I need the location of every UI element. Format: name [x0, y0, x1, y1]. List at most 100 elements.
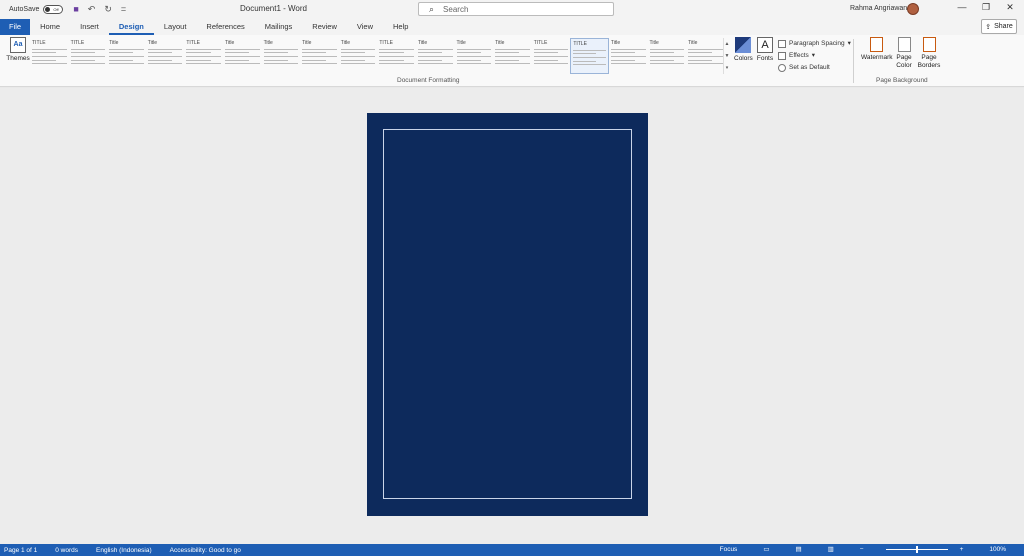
- zoom-slider[interactable]: [885, 545, 948, 553]
- search-box[interactable]: ⌕ Search: [418, 2, 614, 16]
- style-set-item[interactable]: TITLE: [532, 38, 571, 74]
- tab-home[interactable]: Home: [30, 19, 70, 35]
- restore-icon[interactable]: ❐: [974, 2, 998, 13]
- style-preview-line: [610, 52, 636, 54]
- style-set-title: TITLE: [379, 40, 393, 46]
- style-preview-line: [417, 48, 453, 50]
- print-layout-icon[interactable]: ▤: [795, 545, 801, 553]
- zoom-thumb[interactable]: [915, 545, 918, 553]
- word-count[interactable]: 0 words: [55, 547, 78, 554]
- zoom-in-icon[interactable]: +: [960, 546, 964, 553]
- user-name[interactable]: Rahma Angriawan: [850, 5, 907, 12]
- style-set-item[interactable]: TITLE: [69, 38, 108, 74]
- close-icon[interactable]: ✕: [998, 2, 1022, 13]
- style-set-item[interactable]: TITLE: [377, 38, 416, 74]
- minimize-icon[interactable]: —: [950, 2, 974, 13]
- style-preview-line: [573, 53, 597, 55]
- style-set-item[interactable]: TITLE: [30, 38, 69, 74]
- style-preview-line: [417, 63, 453, 65]
- style-set-item[interactable]: TITLE: [184, 38, 223, 74]
- style-set-title: Title: [456, 40, 466, 46]
- style-preview-line: [109, 55, 144, 58]
- autosave-label: AutoSave: [9, 6, 40, 13]
- style-preview-line: [495, 52, 520, 54]
- style-set-title: Title: [147, 40, 158, 46]
- language[interactable]: English (Indonesia): [96, 547, 152, 554]
- style-preview-line: [533, 55, 569, 58]
- page-count[interactable]: Page 1 of 1: [4, 547, 37, 554]
- fonts-button[interactable]: A Fonts: [756, 37, 774, 62]
- style-set-item[interactable]: Title: [262, 38, 301, 74]
- style-set-item[interactable]: Title: [609, 38, 648, 74]
- gallery-scroll[interactable]: ▲ ▼ ▾: [723, 38, 730, 74]
- watermark-button[interactable]: Watermark: [861, 37, 893, 62]
- style-set-item[interactable]: Title: [146, 38, 185, 74]
- redo-icon[interactable]: ↻: [104, 4, 112, 15]
- tab-review[interactable]: Review: [302, 19, 347, 35]
- style-set-item[interactable]: Title: [493, 38, 532, 74]
- tab-file[interactable]: File: [0, 19, 31, 35]
- autosave-toggle[interactable]: Off: [43, 5, 64, 14]
- share-button[interactable]: ⇪ Share: [981, 19, 1017, 34]
- zoom-out-icon[interactable]: −: [860, 546, 864, 553]
- style-set-item[interactable]: Title: [107, 38, 146, 74]
- paragraph-spacing-button[interactable]: Paragraph Spacing ▾: [778, 38, 851, 50]
- style-preview-line: [302, 48, 337, 50]
- style-set-item[interactable]: Title: [416, 38, 455, 74]
- style-set-item[interactable]: Title: [686, 38, 725, 74]
- document-page[interactable]: [367, 113, 648, 516]
- tab-help[interactable]: Help: [383, 19, 418, 35]
- tab-design[interactable]: Design: [108, 19, 154, 35]
- style-preview-line: [456, 52, 481, 54]
- style-set-item[interactable]: Title: [300, 38, 339, 74]
- page-borders-button[interactable]: Page Borders: [917, 37, 941, 70]
- toggle-knob: [45, 7, 51, 12]
- style-set-gallery: TITLE TITLE Title Title TITLE Title Title Title…: [30, 38, 725, 74]
- accessibility-status[interactable]: Accessibility: Good to go: [170, 547, 241, 554]
- style-set-title: TITLE: [32, 40, 46, 46]
- style-set-title: TITLE: [573, 41, 587, 47]
- style-set-item[interactable]: Title: [648, 38, 687, 74]
- tab-references[interactable]: References: [196, 19, 254, 35]
- style-preview-line: [224, 55, 260, 58]
- avatar[interactable]: [907, 3, 919, 15]
- page-color-button[interactable]: Page Color: [893, 37, 915, 70]
- share-label: Share: [994, 23, 1013, 30]
- style-set-item[interactable]: Title: [455, 38, 494, 74]
- style-preview-line: [32, 55, 67, 58]
- style-preview-line: [32, 48, 67, 50]
- style-preview-line: [224, 63, 260, 65]
- undo-icon[interactable]: ↶: [88, 4, 96, 15]
- style-preview-line: [610, 55, 646, 58]
- autosave-control[interactable]: AutoSave Off: [9, 5, 64, 14]
- tab-insert[interactable]: Insert: [70, 19, 109, 35]
- set-as-default-button[interactable]: Set as Default: [778, 62, 851, 74]
- style-preview-line: [610, 63, 646, 65]
- style-set-item[interactable]: Title: [339, 38, 378, 74]
- style-preview-line: [147, 63, 183, 65]
- web-layout-icon[interactable]: ▥: [828, 545, 834, 553]
- style-set-item[interactable]: TITLE: [570, 38, 609, 74]
- style-preview-line: [263, 59, 288, 61]
- tab-view[interactable]: View: [347, 19, 383, 35]
- set-as-default-label: Set as Default: [789, 64, 830, 71]
- watermark-label: Watermark: [861, 54, 893, 61]
- style-set-item[interactable]: Title: [223, 38, 262, 74]
- style-preview-line: [379, 48, 414, 50]
- tab-layout[interactable]: Layout: [154, 19, 197, 35]
- zoom-level[interactable]: 100%: [989, 546, 1006, 553]
- save-icon[interactable]: ■: [73, 4, 78, 15]
- read-mode-icon[interactable]: ▭: [763, 545, 769, 553]
- style-preview-line: [417, 59, 443, 61]
- themes-button[interactable]: Aa Themes: [5, 37, 31, 62]
- style-set-title: TITLE: [186, 40, 200, 46]
- customize-qat-icon[interactable]: =: [121, 4, 126, 15]
- style-preview-line: [263, 48, 299, 50]
- style-preview-line: [456, 48, 492, 50]
- page-borders-label: Page Borders: [917, 54, 941, 69]
- paragraph-spacing-icon: [778, 40, 786, 48]
- tab-mailings[interactable]: Mailings: [255, 19, 303, 35]
- colors-button[interactable]: Colors: [734, 37, 753, 62]
- effects-button[interactable]: Effects ▾: [778, 50, 851, 62]
- focus-button[interactable]: Focus: [720, 546, 738, 553]
